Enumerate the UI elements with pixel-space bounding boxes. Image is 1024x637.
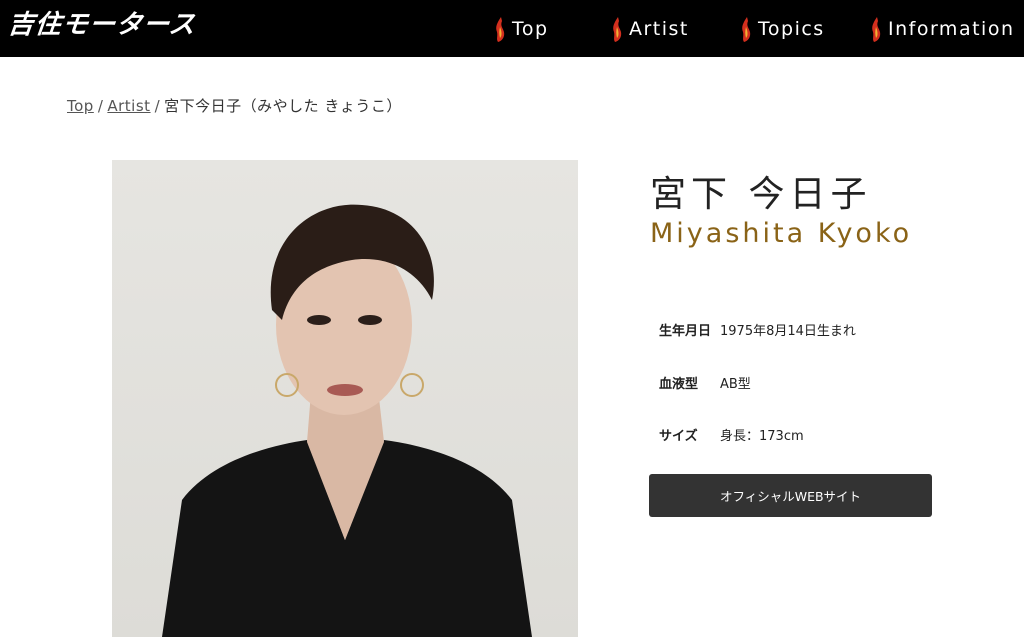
info-label: 生年月日 [659, 324, 712, 339]
info-label: 血液型 [659, 377, 699, 392]
artist-photo [112, 160, 578, 637]
info-value: AB型 [720, 377, 751, 392]
flame-icon [496, 17, 505, 42]
nav-label-artist: Artist [629, 18, 689, 40]
portrait-illustration [162, 204, 532, 637]
site-logo[interactable]: 吉住モータース [6, 8, 197, 42]
nav-item-artist[interactable]: Artist [609, 12, 689, 46]
info-row-birthday: 生年月日 1975年8月14日生まれ [659, 320, 856, 339]
breadcrumb-current: 宮下今日子（みやした きょうこ） [164, 97, 402, 115]
nav-label-topics: Topics [758, 18, 825, 40]
breadcrumb: Top / Artist / 宮下今日子（みやした きょうこ） [67, 95, 402, 116]
info-value: 身長：173cm [720, 429, 804, 444]
nav-item-topics[interactable]: Topics [738, 12, 825, 46]
artist-name-japanese: 宮下 今日子 [650, 174, 872, 215]
nav-label-information: Information [888, 18, 1015, 40]
nav-item-information[interactable]: Information [868, 12, 1014, 46]
site-header: 吉住モータース Top Artist Topics Information [0, 0, 1024, 57]
info-row-blood-type: 血液型 AB型 [659, 373, 751, 392]
nav-item-top[interactable]: Top [492, 12, 549, 46]
breadcrumb-separator: / [97, 97, 104, 115]
info-label: サイズ [659, 429, 698, 444]
official-website-button[interactable]: オフィシャルWEBサイト [649, 474, 932, 517]
breadcrumb-link-artist[interactable]: Artist [107, 97, 150, 115]
breadcrumb-link-top[interactable]: Top [67, 97, 94, 115]
info-row-size: サイズ 身長：173cm [659, 425, 804, 444]
nav-label-top: Top [512, 18, 549, 40]
artist-name-english: Miyashita Kyoko [650, 218, 913, 249]
breadcrumb-separator: / [154, 97, 161, 115]
flame-icon [613, 17, 622, 42]
info-value: 1975年8月14日生まれ [720, 324, 856, 339]
flame-icon [872, 17, 881, 42]
flame-icon [742, 17, 751, 42]
